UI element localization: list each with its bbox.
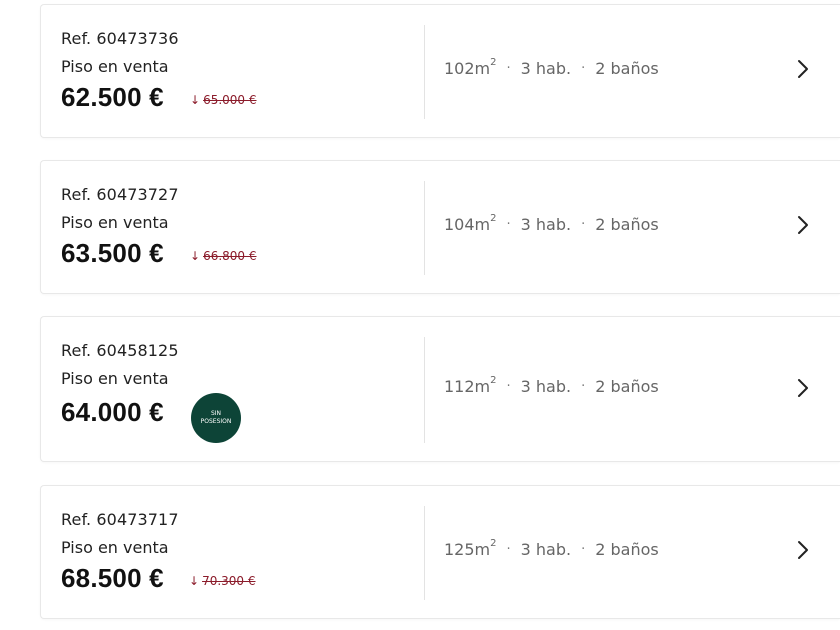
separator: · <box>581 61 586 76</box>
card-divider <box>424 181 425 275</box>
listing-price: 68.500 € <box>61 563 164 593</box>
listing-ref: Ref. 60458125 <box>61 341 179 360</box>
sin-posesion-badge: SIN POSESION <box>191 393 241 443</box>
card-divider <box>424 506 425 600</box>
listing-summary: Ref. 60458125 Piso en venta 64.000 € SIN… <box>61 317 421 461</box>
baths: 2 baños <box>595 59 659 78</box>
chevron-right-icon[interactable] <box>796 378 810 398</box>
separator: · <box>581 542 586 557</box>
listing-summary: Ref. 60473717 Piso en venta 68.500 € ↓ 70… <box>61 486 421 618</box>
chevron-right-icon[interactable] <box>796 540 810 560</box>
baths: 2 baños <box>595 215 659 234</box>
listing-specs: 125m2 · 3 hab. · 2 baños <box>444 537 659 559</box>
listing-specs: 112m2 · 3 hab. · 2 baños <box>444 374 659 396</box>
previous-price-value: 65.000 € <box>203 93 257 107</box>
baths: 2 baños <box>595 540 659 559</box>
chevron-right-icon[interactable] <box>796 59 810 79</box>
price-drop-icon: ↓ <box>189 574 200 588</box>
area: 112m2 <box>444 374 497 396</box>
listing-summary: Ref. 60473736 Piso en venta 62.500 € ↓ 65… <box>61 5 421 137</box>
listing-price: 63.500 € <box>61 238 164 268</box>
area: 125m2 <box>444 537 497 559</box>
listing-type: Piso en venta <box>61 213 169 232</box>
price-drop-icon: ↓ <box>190 93 201 107</box>
listing-type: Piso en venta <box>61 538 169 557</box>
previous-price: ↓ 65.000 € <box>190 93 257 107</box>
rooms: 3 hab. <box>520 59 572 78</box>
rooms: 3 hab. <box>520 215 572 234</box>
listing-ref: Ref. 60473736 <box>61 29 179 48</box>
area: 104m2 <box>444 212 497 234</box>
listing-list: Ref. 60473736 Piso en venta 62.500 € ↓ 65… <box>0 0 840 630</box>
separator: · <box>581 379 586 394</box>
previous-price-value: 66.800 € <box>203 249 257 263</box>
previous-price: ↓ 70.300 € <box>189 574 256 588</box>
separator: · <box>506 61 511 76</box>
rooms: 3 hab. <box>520 377 572 396</box>
previous-price-value: 70.300 € <box>202 574 256 588</box>
listing-card[interactable]: Ref. 60473727 Piso en venta 63.500 € ↓ 66… <box>40 160 840 294</box>
rooms: 3 hab. <box>520 540 572 559</box>
chevron-right-icon[interactable] <box>796 215 810 235</box>
baths: 2 baños <box>595 377 659 396</box>
listing-specs: 104m2 · 3 hab. · 2 baños <box>444 212 659 234</box>
listing-card[interactable]: Ref. 60473736 Piso en venta 62.500 € ↓ 65… <box>40 4 840 138</box>
card-divider <box>424 337 425 443</box>
listing-ref: Ref. 60473727 <box>61 185 179 204</box>
separator: · <box>506 379 511 394</box>
listing-ref: Ref. 60473717 <box>61 510 179 529</box>
listing-type: Piso en venta <box>61 369 169 388</box>
listing-card[interactable]: Ref. 60458125 Piso en venta 64.000 € SIN… <box>40 316 840 462</box>
listing-price: 62.500 € <box>61 82 164 112</box>
card-divider <box>424 25 425 119</box>
listing-summary: Ref. 60473727 Piso en venta 63.500 € ↓ 66… <box>61 161 421 293</box>
separator: · <box>506 217 511 232</box>
listing-card[interactable]: Ref. 60473717 Piso en venta 68.500 € ↓ 70… <box>40 485 840 619</box>
listing-type: Piso en venta <box>61 57 169 76</box>
listing-specs: 102m2 · 3 hab. · 2 baños <box>444 56 659 78</box>
separator: · <box>581 217 586 232</box>
listing-price: 64.000 € <box>61 397 164 427</box>
price-drop-icon: ↓ <box>190 249 201 263</box>
separator: · <box>506 542 511 557</box>
previous-price: ↓ 66.800 € <box>190 249 257 263</box>
area: 102m2 <box>444 56 497 78</box>
